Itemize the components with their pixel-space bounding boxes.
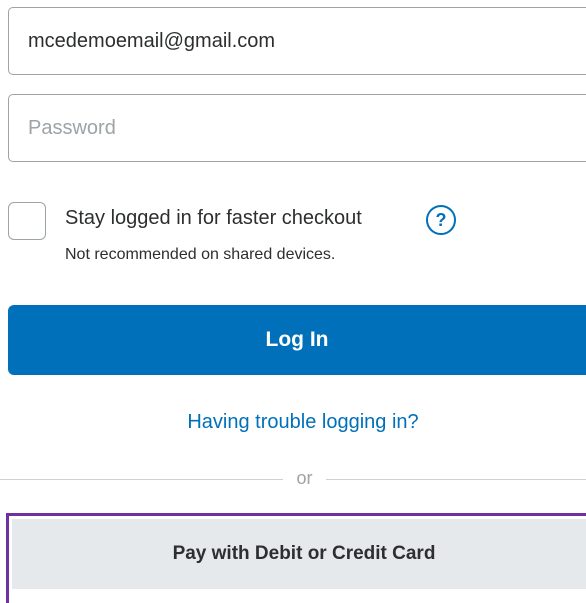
log-in-button-label: Log In	[265, 328, 329, 351]
pay-with-card-label: Pay with Debit or Credit Card	[172, 543, 436, 564]
divider-left	[0, 479, 283, 480]
stay-logged-in-note: Not recommended on shared devices.	[65, 246, 336, 263]
question-help-icon[interactable]: ?	[426, 205, 456, 235]
log-in-button[interactable]: Log In	[8, 305, 586, 375]
trouble-logging-in-link[interactable]: Having trouble logging in?	[0, 411, 586, 434]
stay-logged-in-checkbox[interactable]	[8, 202, 46, 240]
or-divider-text: or	[296, 468, 313, 488]
email-field[interactable]	[8, 7, 586, 75]
pay-with-card-button[interactable]: Pay with Debit or Credit Card	[12, 519, 586, 589]
stay-logged-in-label: Stay logged in for faster checkout	[65, 207, 362, 229]
password-field[interactable]	[8, 94, 586, 162]
password-input[interactable]	[28, 116, 586, 140]
highlight-outline: Pay with Debit or Credit Card	[6, 513, 586, 603]
login-page: Stay logged in for faster checkout ? Not…	[0, 0, 586, 603]
divider-right	[326, 479, 586, 480]
email-input[interactable]	[28, 29, 586, 53]
